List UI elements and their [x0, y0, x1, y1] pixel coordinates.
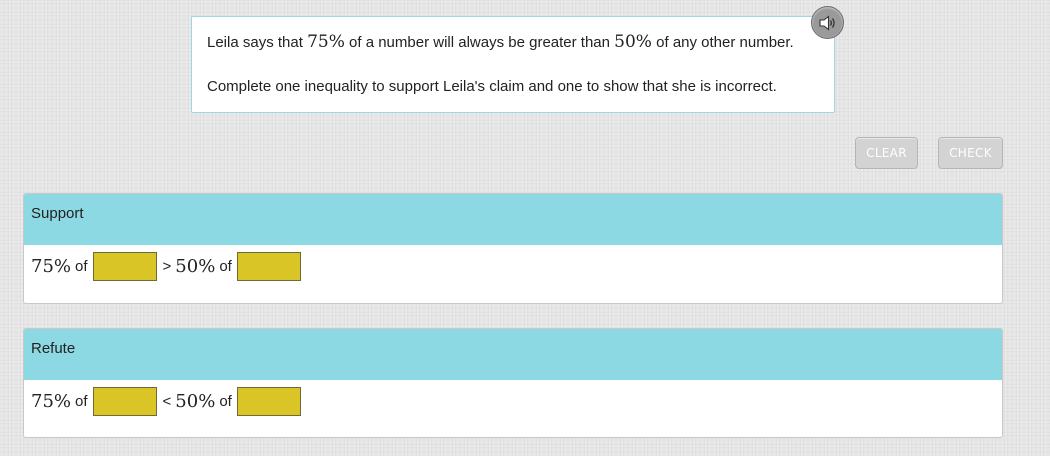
prompt-math-50: 50% — [614, 32, 652, 52]
refute-operator: < — [162, 392, 172, 410]
speaker-icon — [818, 14, 835, 31]
audio-button[interactable] — [811, 6, 844, 39]
support-left-input[interactable] — [92, 251, 157, 281]
refute-panel: Refute 75% of <50% of — [23, 328, 1003, 438]
prompt-line-2: Complete one inequality to support Leila… — [207, 78, 777, 95]
refute-of-label: of — [75, 392, 88, 410]
refute-of-label: of — [219, 392, 232, 410]
support-header: Support — [24, 194, 1002, 245]
refute-right-percent: 50% — [175, 390, 216, 412]
prompt-line-1: Leila says that 75% of a number will alw… — [207, 32, 794, 52]
prompt-text: of a number will always be greater than — [344, 34, 615, 51]
support-left-percent: 75% — [31, 255, 72, 277]
support-of-label: of — [219, 257, 232, 275]
clear-button[interactable]: CLEAR — [855, 137, 918, 169]
refute-header: Refute — [24, 329, 1002, 380]
prompt-text: of any other number. — [651, 34, 794, 51]
support-right-percent: 50% — [175, 255, 216, 277]
support-inequality: 75% of >50% of — [31, 251, 307, 281]
refute-left-input[interactable] — [92, 386, 157, 416]
refute-inequality: 75% of <50% of — [31, 386, 307, 416]
prompt-box: Leila says that 75% of a number will alw… — [191, 16, 835, 113]
support-right-input[interactable] — [236, 251, 301, 281]
support-body: 75% of >50% of — [24, 245, 1002, 303]
support-of-label: of — [75, 257, 88, 275]
prompt-text: Leila says that — [207, 34, 308, 51]
refute-left-percent: 75% — [31, 390, 72, 412]
refute-body: 75% of <50% of — [24, 380, 1002, 437]
support-operator: > — [162, 257, 172, 275]
prompt-math-75: 75% — [307, 32, 345, 52]
check-button[interactable]: CHECK — [938, 137, 1003, 169]
support-panel: Support 75% of >50% of — [23, 193, 1003, 304]
refute-right-input[interactable] — [236, 386, 301, 416]
